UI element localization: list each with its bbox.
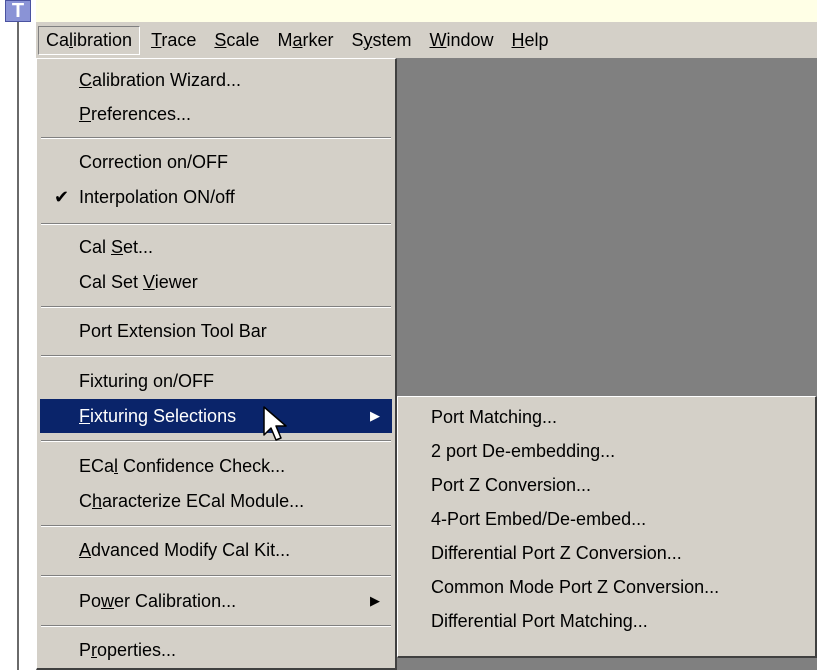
menu-trace[interactable]: Trace [144,27,203,54]
submenu-item-port-matching[interactable]: Port Matching... [401,401,812,433]
menu-calibration[interactable]: Calibration [38,25,141,55]
menu-item-cal-set[interactable]: Cal Set... [40,230,392,264]
submenu-item-common-mode-port-z-conversion[interactable]: Common Mode Port Z Conversion... [401,571,812,603]
menu-help[interactable]: Help [505,27,556,54]
submenu-item-differential-port-z-conversion[interactable]: Differential Port Z Conversion... [401,537,812,569]
menu-item-properties[interactable]: Properties... [40,633,392,667]
submenu-arrow-icon: ▶ [370,593,380,608]
submenu-item-port-z-conversion[interactable]: Port Z Conversion... [401,469,812,501]
app-icon[interactable]: T [5,0,31,22]
menu-item-fixturing-toggle[interactable]: Fixturing on/OFF [40,364,392,398]
menu-item-power-calibration[interactable]: Power Calibration... ▶ [40,584,392,618]
menu-item-cal-set-viewer[interactable]: Cal Set Viewer [40,265,392,299]
menu-item-advanced-modify-cal-kit[interactable]: Advanced Modify Cal Kit... [40,533,392,567]
menu-separator [41,355,391,357]
mouse-cursor-icon [263,406,287,441]
menu-separator [41,137,391,139]
menu-marker[interactable]: Marker [270,27,340,54]
fixturing-selections-submenu: Port Matching... 2 port De-embedding... … [397,396,817,658]
menu-item-ecal-confidence-check[interactable]: ECal Confidence Check... [40,449,392,483]
menu-item-port-extension-toolbar[interactable]: Port Extension Tool Bar [40,314,392,348]
menu-window[interactable]: Window [423,27,501,54]
menu-separator [41,440,391,442]
menu-scale[interactable]: Scale [207,27,266,54]
menu-separator [41,625,391,627]
submenu-arrow-icon: ▶ [370,408,380,423]
menu-system[interactable]: System [344,27,418,54]
menu-item-fixturing-selections[interactable]: Fixturing Selections ▶ [40,399,392,433]
menu-item-characterize-ecal-module[interactable]: Characterize ECal Module... [40,484,392,518]
submenu-item-differential-port-matching[interactable]: Differential Port Matching... [401,605,812,637]
menu-separator [41,223,391,225]
calibration-dropdown-menu: Calibration Wizard... Preferences... Cor… [36,58,397,670]
menu-item-correction-toggle[interactable]: Correction on/OFF [40,145,392,179]
submenu-item-4port-embed[interactable]: 4-Port Embed/De-embed... [401,503,812,535]
menu-separator [41,525,391,527]
app-icon-letter: T [11,0,25,22]
submenu-item-2port-deembedding[interactable]: 2 port De-embedding... [401,435,812,467]
menu-item-preferences[interactable]: Preferences... [40,97,392,131]
title-strip [36,0,817,23]
menu-item-calibration-wizard[interactable]: Calibration Wizard... [40,63,392,97]
window-left-edge [17,22,19,670]
menu-separator [41,575,391,577]
menu-separator [41,306,391,308]
menu-item-interpolation-toggle[interactable]: ✔ Interpolation ON/off [40,180,392,214]
checkmark-icon: ✔ [54,187,70,207]
menu-bar: Calibration Trace Scale Marker System Wi… [36,22,817,58]
